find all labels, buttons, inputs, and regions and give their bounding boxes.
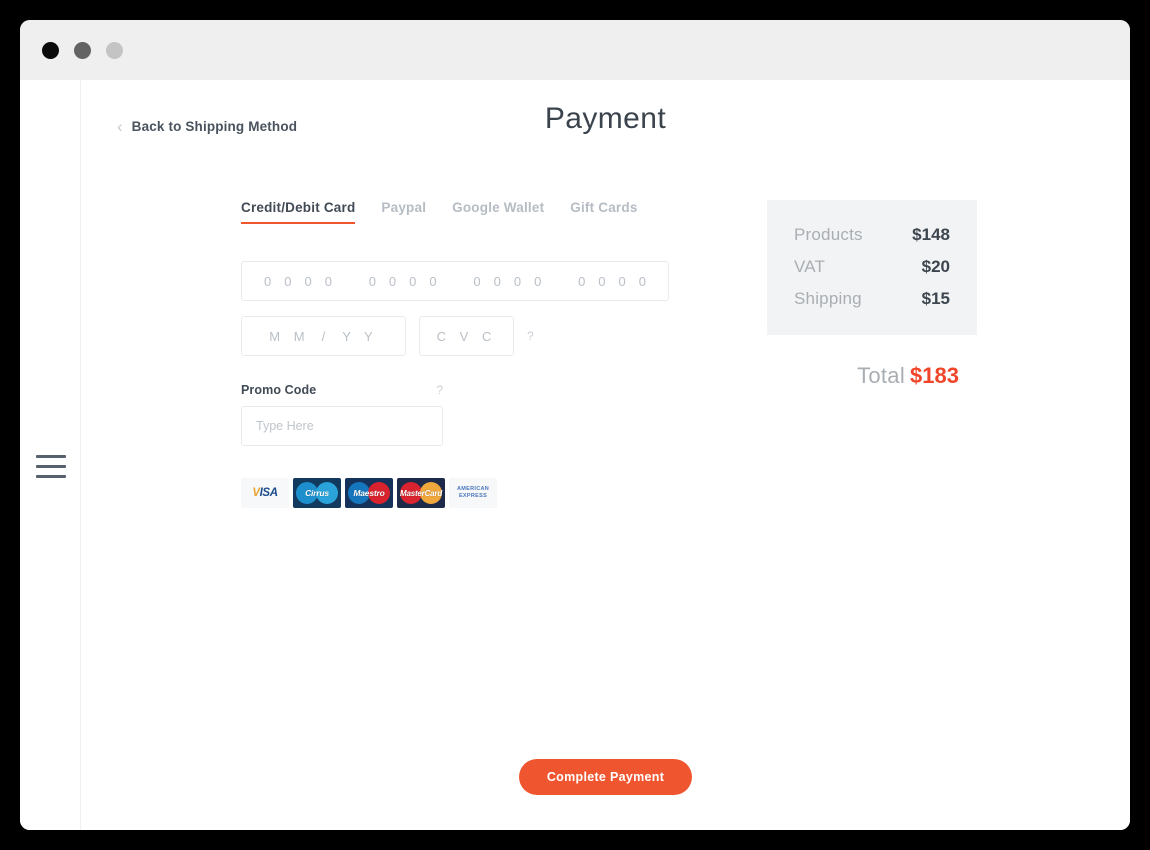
expiry-cvc-row: M M / Y Y C V C ? (241, 316, 671, 356)
card-digit: 0 (534, 273, 542, 289)
promo-code-label: Promo Code (241, 383, 317, 397)
mastercard-icon: MasterCard (397, 478, 445, 508)
cirrus-icon: Cirrus (293, 478, 341, 508)
card-digit: 0 (493, 273, 501, 289)
summary-value-shipping: $15 (921, 289, 950, 308)
summary-value-products: $148 (912, 225, 950, 244)
card-number-input[interactable]: 0 0 0 0 0 0 0 0 0 0 0 0 0 0 0 0 (241, 261, 669, 301)
card-number-group-1: 0 0 0 0 (264, 274, 332, 289)
card-digit: 0 (638, 273, 646, 289)
cvc-placeholder: C V C (436, 328, 497, 344)
promo-label-row: Promo Code ? (241, 383, 443, 397)
hamburger-bar (36, 455, 66, 458)
card-digit: 0 (264, 273, 272, 289)
visa-accent-mark: V (252, 487, 260, 499)
card-number-group-3: 0 0 0 0 (473, 274, 541, 289)
order-summary: Products $148 VAT $20 Shipping $15 Total… (767, 200, 977, 389)
mastercard-logo-text: MasterCard (399, 488, 443, 498)
hamburger-icon[interactable] (36, 455, 66, 478)
card-digit: 0 (368, 273, 376, 289)
card-digit: 0 (284, 273, 292, 289)
card-digit: 0 (578, 273, 586, 289)
accepted-card-logos: VISA Cirrus Maestro MasterCard AMERICAN … (241, 478, 671, 508)
card-cvc-input[interactable]: C V C (419, 316, 514, 356)
card-number-group-2: 0 0 0 0 (369, 274, 437, 289)
cvc-help-icon[interactable]: ? (527, 329, 534, 343)
tab-credit-debit-card[interactable]: Credit/Debit Card (241, 200, 356, 224)
summary-label-shipping: Shipping (794, 289, 862, 308)
amex-logo-line1: AMERICAN (456, 486, 490, 493)
summary-row: Shipping $15 (794, 289, 950, 309)
tab-gift-cards[interactable]: Gift Cards (570, 200, 637, 224)
tab-google-wallet[interactable]: Google Wallet (452, 200, 544, 224)
total-value: $183 (910, 363, 959, 388)
promo-code-field[interactable] (241, 406, 443, 446)
card-digit: 0 (598, 273, 606, 289)
card-number-group-4: 0 0 0 0 (578, 274, 646, 289)
complete-payment-button[interactable]: Complete Payment (518, 759, 693, 795)
sidebar (20, 80, 81, 830)
hamburger-bar (36, 465, 66, 468)
expiry-month-placeholder: M M (269, 328, 310, 344)
summary-panel: Products $148 VAT $20 Shipping $15 (767, 200, 977, 335)
payment-method-tabs: Credit/Debit Card Paypal Google Wallet G… (241, 200, 671, 224)
card-expiry-input[interactable]: M M / Y Y (241, 316, 406, 356)
window-minimize-button[interactable] (74, 41, 91, 59)
maestro-icon: Maestro (345, 478, 393, 508)
summary-label-products: Products (794, 225, 863, 244)
app-window: ‹ Back to Shipping Method Payment Credit… (20, 20, 1130, 830)
card-digit: 0 (388, 273, 397, 289)
maestro-logo-text: Maestro (353, 488, 385, 498)
card-digit: 0 (618, 273, 626, 289)
window-body: ‹ Back to Shipping Method Payment Credit… (20, 80, 1130, 830)
total-label: Total (857, 363, 906, 388)
summary-value-vat: $20 (921, 257, 950, 276)
visa-logo-text: VISA (252, 487, 278, 499)
amex-logo-line2: EXPRESS (458, 493, 488, 499)
visa-logo-rest: ISA (259, 487, 278, 499)
main-area: Credit/Debit Card Paypal Google Wallet G… (81, 200, 1130, 830)
page-title: Payment (544, 102, 667, 135)
cta-area: Complete Payment (81, 759, 1130, 795)
visa-icon: VISA (241, 478, 289, 508)
card-digit: 0 (429, 273, 437, 289)
cirrus-logo-text: Cirrus (305, 488, 329, 498)
card-digit: 0 (409, 273, 417, 289)
summary-label-vat: VAT (794, 257, 826, 276)
payment-form: Credit/Debit Card Paypal Google Wallet G… (241, 200, 671, 508)
hamburger-bar (36, 475, 66, 478)
window-titlebar (20, 20, 1130, 80)
expiry-separator: / (321, 328, 331, 344)
tab-paypal[interactable]: Paypal (381, 200, 426, 224)
card-digit: 0 (324, 273, 332, 289)
page-content: ‹ Back to Shipping Method Payment Credit… (81, 80, 1130, 830)
summary-row: Products $148 (794, 225, 950, 245)
summary-total: Total $183 (767, 363, 977, 389)
summary-row: VAT $20 (794, 257, 950, 277)
window-close-button[interactable] (42, 41, 59, 59)
card-digit: 0 (513, 273, 522, 289)
card-digit: 0 (304, 273, 312, 289)
window-maximize-button[interactable] (106, 41, 123, 59)
amex-icon: AMERICAN EXPRESS (449, 478, 497, 508)
promo-help-icon[interactable]: ? (436, 383, 443, 397)
promo-code-input[interactable] (256, 419, 428, 433)
card-digit: 0 (473, 273, 481, 289)
expiry-year-placeholder: Y Y (342, 328, 378, 344)
